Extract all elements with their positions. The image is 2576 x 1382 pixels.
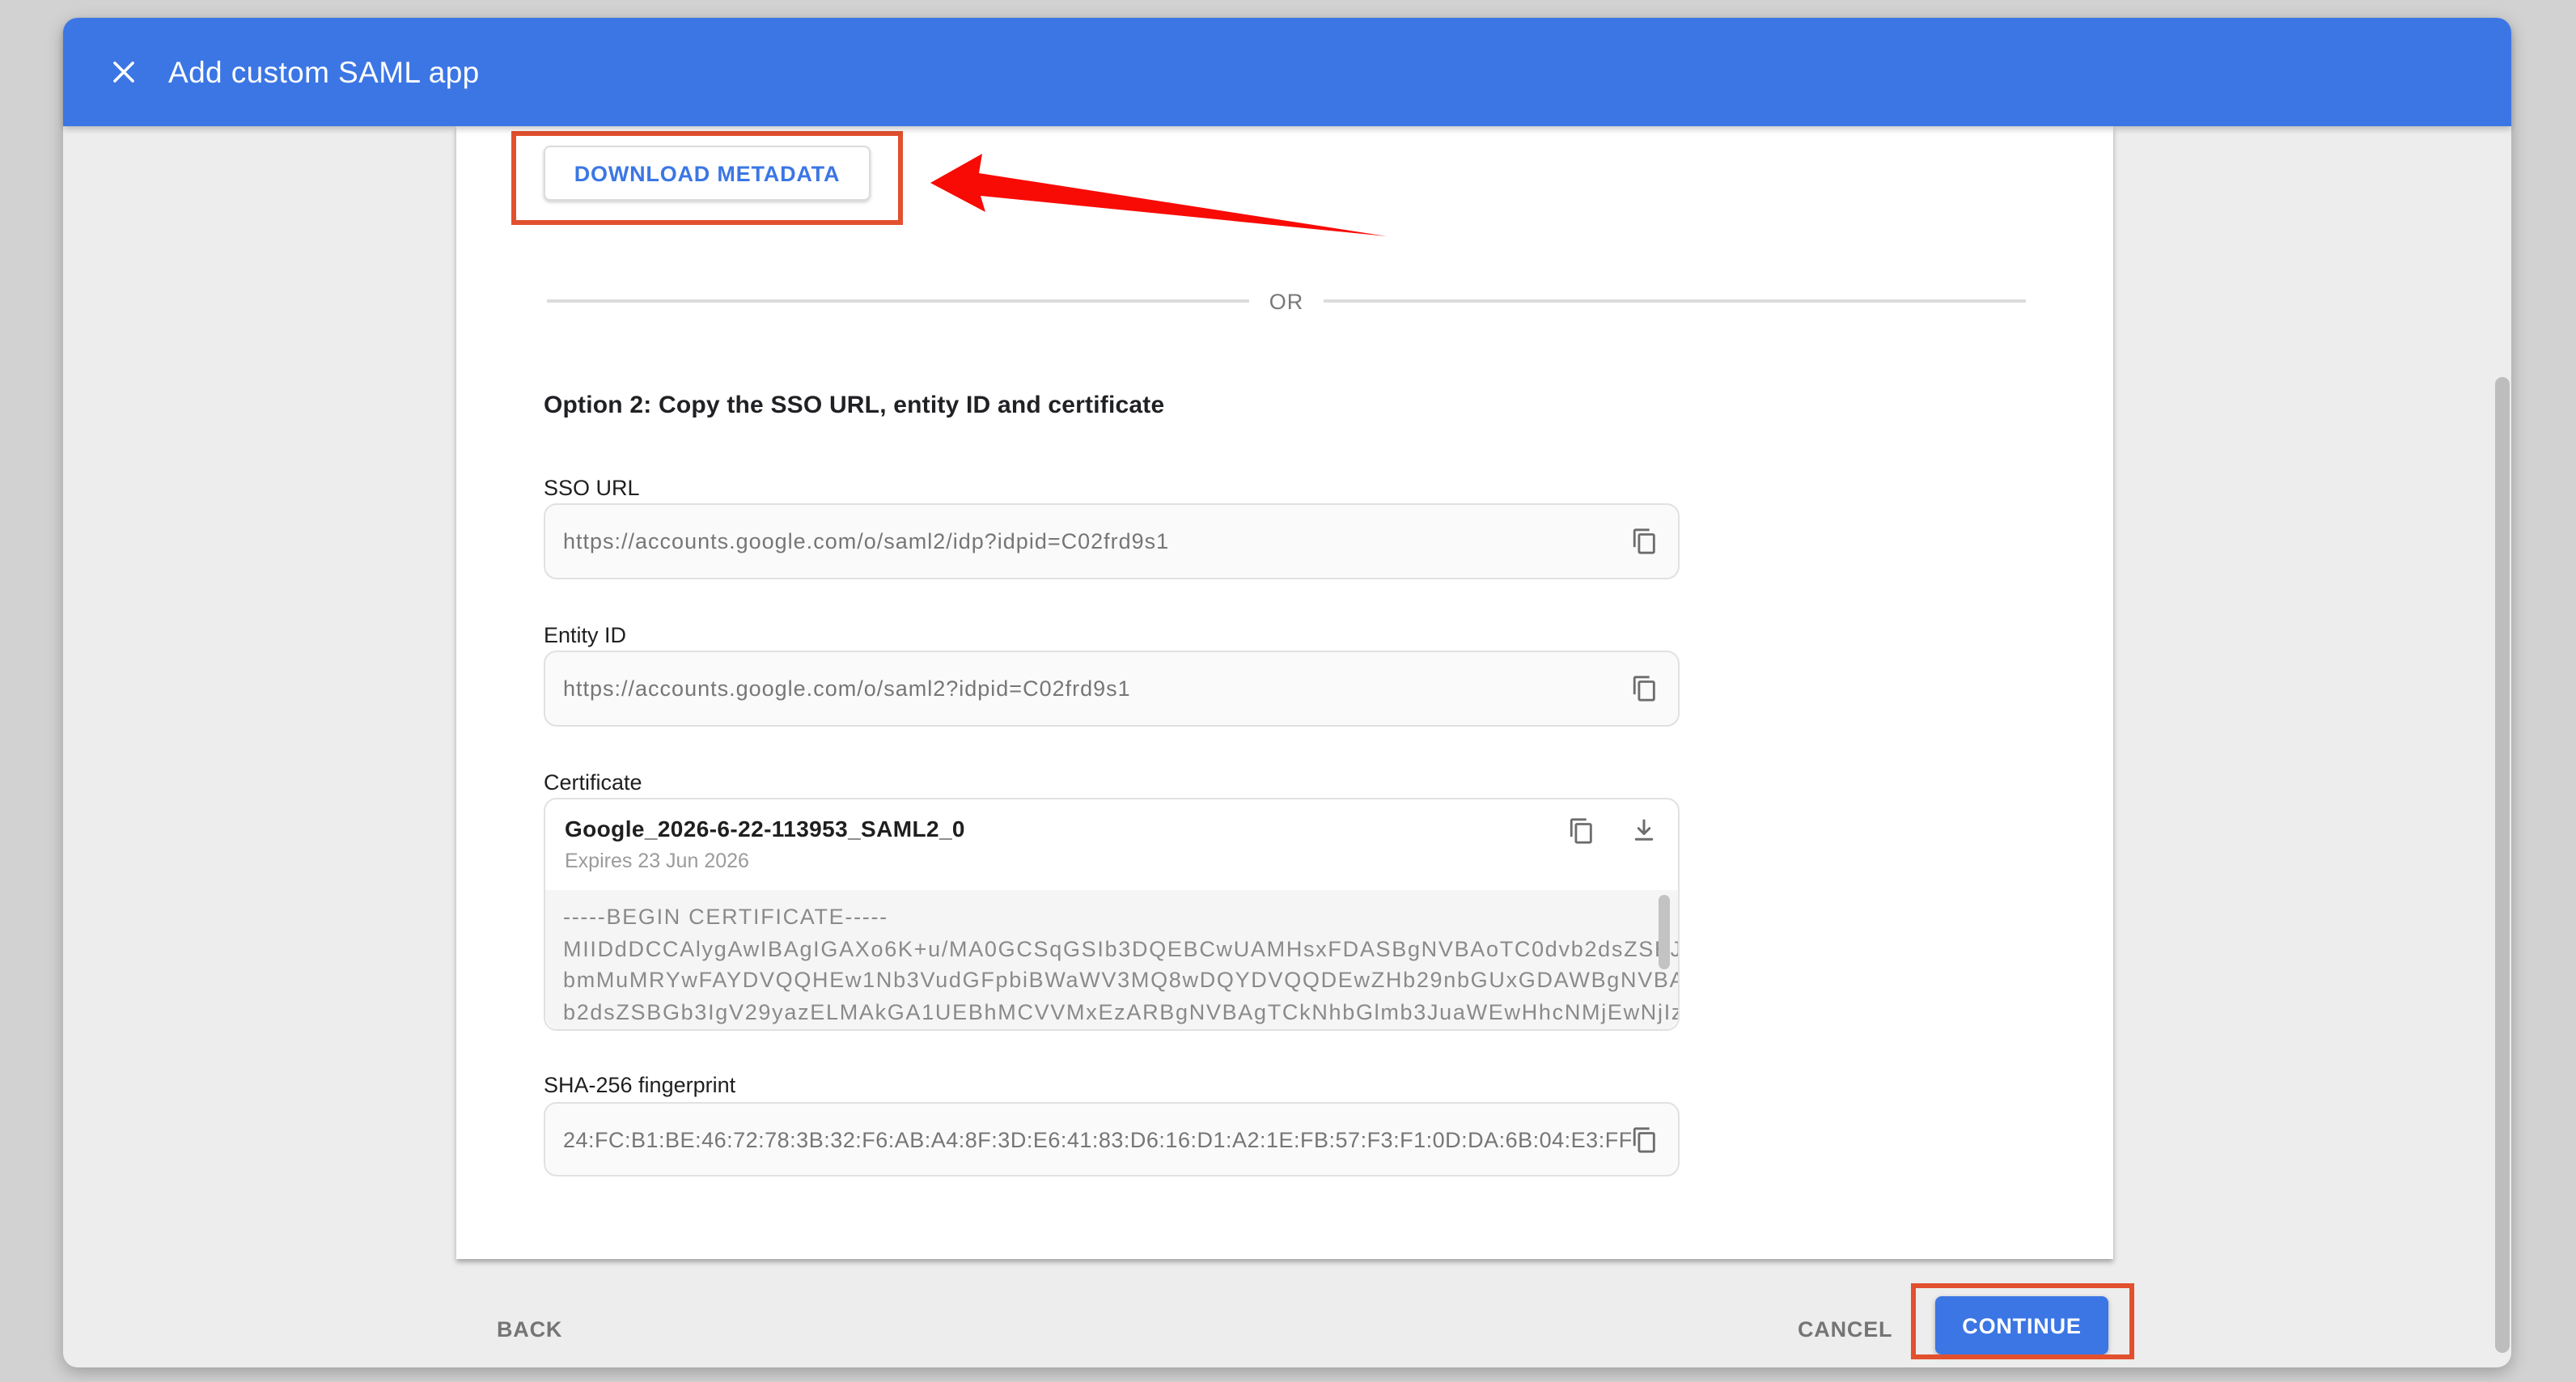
entity-id-field: https://accounts.google.com/o/saml2?idpi…	[544, 651, 1680, 727]
divider-line	[547, 299, 1250, 303]
entity-id-label: Entity ID	[544, 623, 626, 649]
certificate-label: Certificate	[544, 770, 642, 796]
certificate-line: -----BEGIN CERTIFICATE-----	[563, 901, 1659, 933]
copy-icon[interactable]	[1568, 816, 1595, 844]
sso-url-field: https://accounts.google.com/o/saml2/idp?…	[544, 503, 1680, 579]
certificate-expiry: Expires 23 Jun 2026	[565, 850, 749, 872]
or-label: OR	[1250, 289, 1324, 313]
sso-url-value: https://accounts.google.com/o/saml2/idp?…	[563, 529, 1169, 553]
add-custom-saml-app-dialog: Add custom SAML app DOWNLOAD METADATA OR…	[63, 18, 2511, 1367]
entity-id-value: https://accounts.google.com/o/saml2?idpi…	[563, 676, 1131, 701]
dialog-scrollbar[interactable]	[2495, 377, 2510, 1353]
annotation-arrow-icon	[905, 142, 1393, 256]
certificate-line: MIIDdDCCAlygAwIBAgIGAXo6K+u/MA0GCSqGSIb3…	[563, 933, 1659, 964]
copy-icon[interactable]	[1631, 675, 1659, 702]
sha256-label: SHA-256 fingerprint	[544, 1073, 735, 1099]
page: Add custom SAML app DOWNLOAD METADATA OR…	[0, 0, 2576, 1382]
certificate-scrollbar[interactable]	[1659, 895, 1670, 969]
sha256-value: 24:FC:B1:BE:46:72:78:3B:32:F6:AB:A4:8F:3…	[563, 1127, 1631, 1151]
certificate-line: bmMuMRYwFAYDVQQHEw1Nb3VudGFpbiBWaWV3MQ8w…	[563, 964, 1659, 996]
divider-line	[1323, 299, 2026, 303]
download-metadata-button[interactable]: DOWNLOAD METADATA	[544, 146, 871, 201]
dialog-title: Add custom SAML app	[168, 54, 480, 90]
or-divider: OR	[547, 286, 2026, 316]
dialog-header: Add custom SAML app	[63, 18, 2511, 126]
certificate-body[interactable]: -----BEGIN CERTIFICATE----- MIIDdDCCAlyg…	[545, 890, 1678, 1029]
content-card: DOWNLOAD METADATA OR Option 2: Copy the …	[456, 126, 2113, 1259]
back-button[interactable]: BACK	[497, 1317, 562, 1342]
certificate-name: Google_2026-6-22-113953_SAML2_0	[565, 816, 965, 841]
option2-heading: Option 2: Copy the SSO URL, entity ID an…	[544, 392, 1164, 419]
copy-icon[interactable]	[1631, 1126, 1659, 1153]
certificate-line: b2dsZSBGb3IgV29yazELMAkGA1UEBhMCVVMxEzAR…	[563, 996, 1659, 1028]
cancel-button[interactable]: CANCEL	[1798, 1317, 1892, 1342]
close-icon[interactable]	[105, 54, 141, 90]
copy-icon[interactable]	[1631, 528, 1659, 555]
continue-button[interactable]: CONTINUE	[1935, 1296, 2108, 1354]
sso-url-label: SSO URL	[544, 476, 640, 502]
sha256-field: 24:FC:B1:BE:46:72:78:3B:32:F6:AB:A4:8F:3…	[544, 1102, 1680, 1176]
certificate-card: Google_2026-6-22-113953_SAML2_0 Expires …	[544, 798, 1680, 1031]
download-icon[interactable]	[1629, 816, 1659, 845]
certificate-actions	[1568, 816, 1659, 845]
